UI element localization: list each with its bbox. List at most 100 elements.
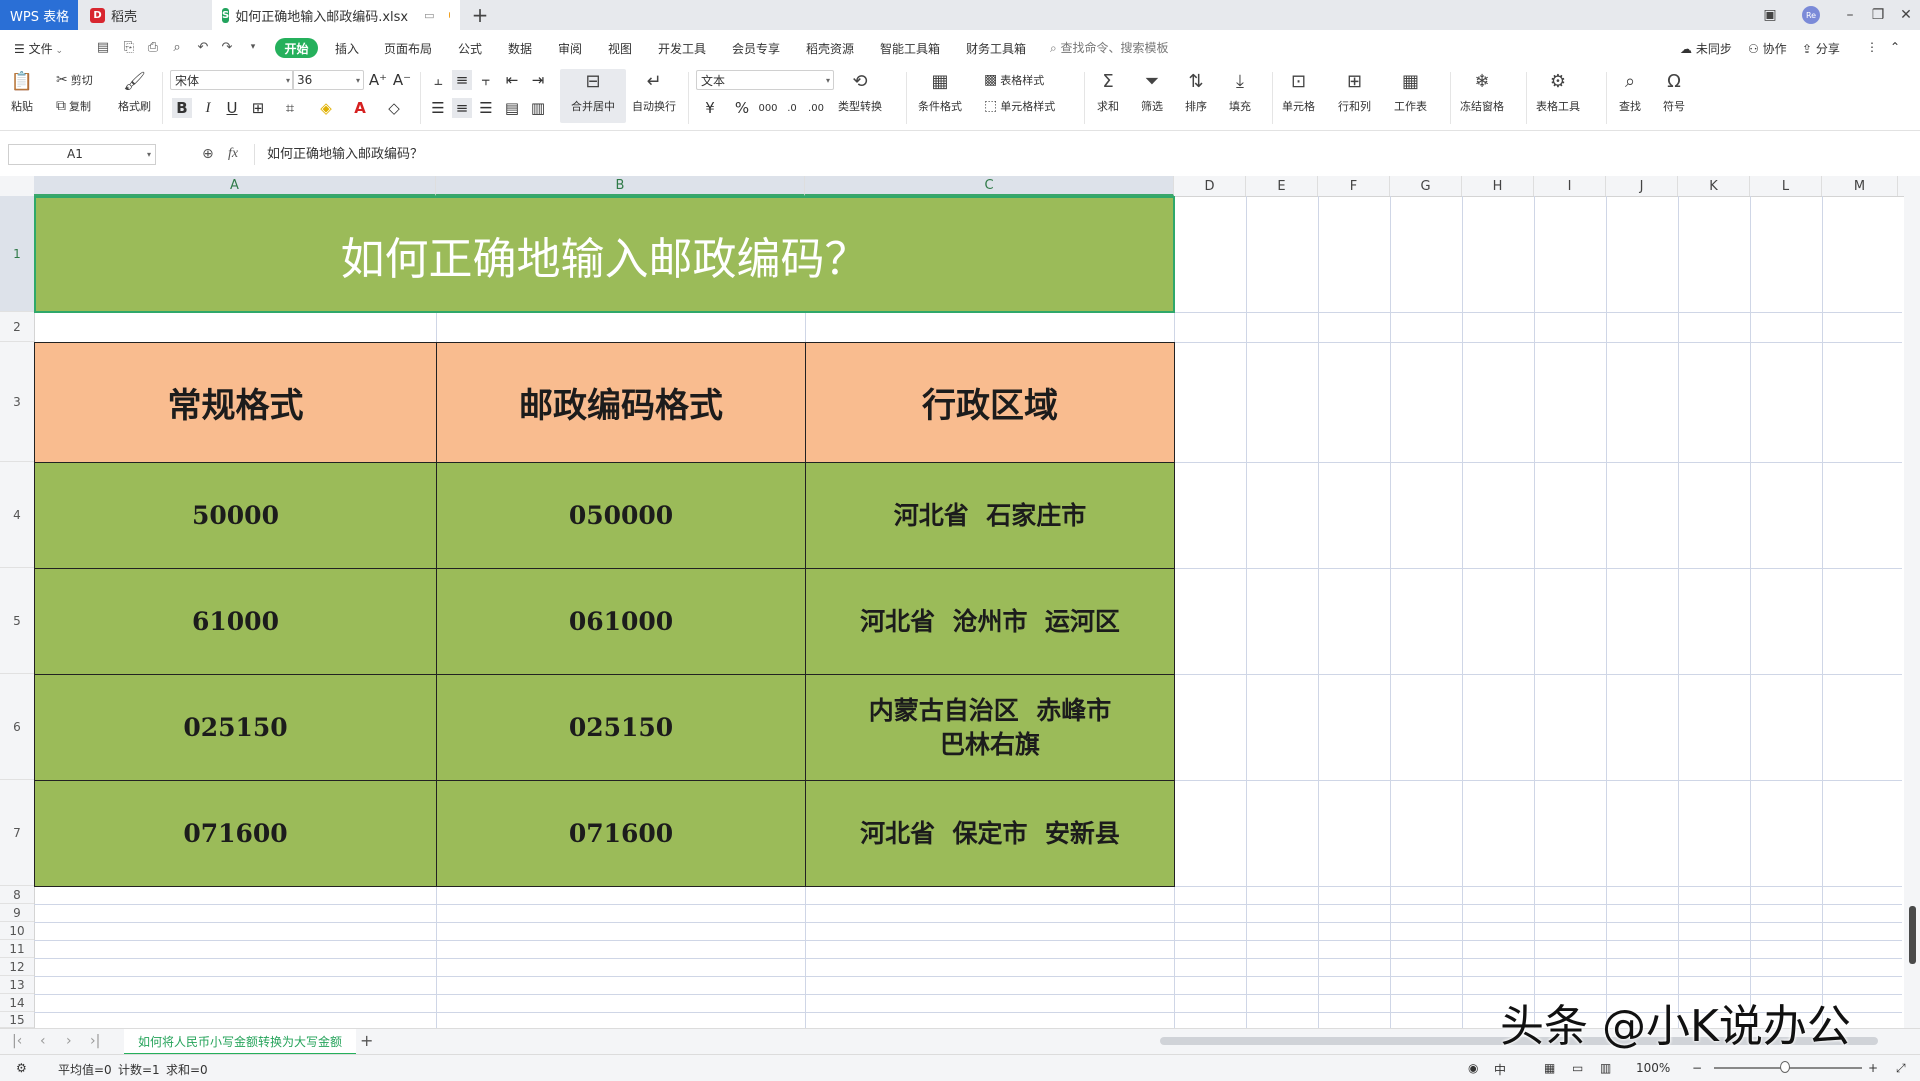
paste-button[interactable]: 📋 粘贴 bbox=[10, 70, 34, 114]
page-layout-view-icon[interactable]: ▭ bbox=[1572, 1061, 1583, 1075]
table-cell[interactable]: 河北省 石家庄市 bbox=[805, 462, 1175, 569]
fill-color-icon[interactable]: ◈ bbox=[316, 98, 336, 118]
cut-button[interactable]: ✂ 剪切 bbox=[56, 72, 93, 88]
file-menu[interactable]: ☰ 文件 ⌄ bbox=[14, 40, 63, 57]
align-top-icon[interactable]: ⫠ bbox=[428, 70, 448, 90]
header-cell-general[interactable]: 常规格式 bbox=[34, 342, 437, 463]
tab-daoke[interactable]: D 稻壳 bbox=[80, 0, 210, 30]
column-header-f[interactable]: F bbox=[1318, 176, 1390, 196]
row-header-11[interactable]: 11 bbox=[0, 940, 34, 958]
auto-wrap-button[interactable]: ↵ 自动换行 bbox=[632, 70, 676, 114]
table-cell[interactable]: 061000 bbox=[436, 568, 806, 675]
justify-icon[interactable]: ▤ bbox=[502, 98, 522, 118]
copy-button[interactable]: ⧉ 复制 bbox=[56, 98, 91, 114]
collapse-ribbon-icon[interactable]: ⌃ bbox=[1890, 40, 1900, 54]
tab-smart-toolbox[interactable]: 智能工具箱 bbox=[880, 40, 940, 57]
align-middle-icon[interactable]: ≡ bbox=[452, 70, 472, 90]
font-size-select[interactable]: 36 ▾ bbox=[292, 70, 364, 90]
column-header-c[interactable]: C bbox=[805, 176, 1174, 196]
strike-format-icon[interactable]: ⌗ bbox=[280, 98, 300, 118]
tab-data[interactable]: 数据 bbox=[508, 40, 532, 57]
row-header-3[interactable]: 3 bbox=[0, 342, 34, 462]
column-header-b[interactable]: B bbox=[436, 176, 805, 196]
sum-button[interactable]: Σ 求和 bbox=[1096, 70, 1120, 114]
increase-font-icon[interactable]: A⁺ bbox=[368, 70, 388, 90]
column-header-m[interactable]: M bbox=[1822, 176, 1898, 196]
row-header-6[interactable]: 6 bbox=[0, 674, 34, 780]
close-icon[interactable]: ✕ bbox=[1892, 0, 1920, 30]
table-tools-button[interactable]: ⚙ 表格工具 bbox=[1536, 70, 1580, 114]
column-header-a[interactable]: A bbox=[34, 176, 436, 196]
fx-icon[interactable]: fx bbox=[228, 146, 238, 162]
underline-icon[interactable]: U bbox=[222, 98, 242, 118]
zoom-formula-icon[interactable]: ⊕ bbox=[202, 146, 214, 162]
table-cell[interactable]: 河北省 沧州市 运河区 bbox=[805, 568, 1175, 675]
column-header-d[interactable]: D bbox=[1174, 176, 1246, 196]
row-header-10[interactable]: 10 bbox=[0, 922, 34, 940]
command-search[interactable]: ⌕ 查找命令、搜索模板 bbox=[1050, 39, 1169, 56]
column-header-i[interactable]: I bbox=[1534, 176, 1606, 196]
tab-home[interactable]: 开始 bbox=[275, 38, 318, 58]
thousands-icon[interactable]: 000 bbox=[758, 98, 778, 118]
tab-page-layout[interactable]: 页面布局 bbox=[384, 40, 432, 57]
freeze-panes-button[interactable]: ❄ 冻结窗格 bbox=[1460, 70, 1504, 114]
zoom-in-icon[interactable]: + bbox=[1868, 1061, 1878, 1075]
align-bottom-icon[interactable]: ⫟ bbox=[476, 70, 496, 90]
align-left-icon[interactable]: ☰ bbox=[428, 98, 448, 118]
column-header-j[interactable]: J bbox=[1606, 176, 1678, 196]
clear-format-icon[interactable]: ◇ bbox=[384, 98, 404, 118]
first-sheet-icon[interactable]: |‹ bbox=[12, 1033, 22, 1049]
scroll-thumb[interactable] bbox=[1909, 906, 1916, 964]
row-col-button[interactable]: ⊞ 行和列 bbox=[1338, 70, 1371, 114]
decrease-decimal-icon[interactable]: .00 bbox=[806, 98, 826, 118]
last-sheet-icon[interactable]: ›| bbox=[90, 1033, 100, 1049]
quick-access-dropdown-icon[interactable]: ▾ bbox=[244, 38, 262, 56]
table-cell[interactable]: 河北省 保定市 安新县 bbox=[805, 780, 1175, 887]
distribute-icon[interactable]: ▥ bbox=[528, 98, 548, 118]
prev-sheet-icon[interactable]: ‹ bbox=[40, 1033, 46, 1049]
cell-button[interactable]: ⊡ 单元格 bbox=[1282, 70, 1315, 114]
avatar[interactable]: Re bbox=[1802, 6, 1820, 24]
tab-finance-toolbox[interactable]: 财务工具箱 bbox=[966, 40, 1026, 57]
fill-button[interactable]: ⤓ 填充 bbox=[1228, 70, 1252, 114]
indent-decrease-icon[interactable]: ⇤ bbox=[502, 70, 522, 90]
zoom-slider-handle[interactable] bbox=[1780, 1061, 1790, 1073]
restore-icon[interactable]: ❐ bbox=[1864, 0, 1892, 30]
bold-icon[interactable]: B bbox=[172, 98, 192, 118]
tab-view[interactable]: 视图 bbox=[608, 40, 632, 57]
table-cell[interactable]: 61000 bbox=[34, 568, 437, 675]
align-center-icon[interactable]: ≡ bbox=[452, 98, 472, 118]
row-header-4[interactable]: 4 bbox=[0, 462, 34, 568]
row-header-13[interactable]: 13 bbox=[0, 976, 34, 994]
row-header-8[interactable]: 8 bbox=[0, 886, 34, 904]
title-cell-a1[interactable]: 如何正确地输入邮政编码？ bbox=[34, 196, 1175, 313]
row-header-7[interactable]: 7 bbox=[0, 780, 34, 886]
tab-review[interactable]: 审阅 bbox=[558, 40, 582, 57]
merge-center-button[interactable]: ⊟ 合并居中 bbox=[562, 70, 624, 114]
column-header-l[interactable]: L bbox=[1750, 176, 1822, 196]
column-header-g[interactable]: G bbox=[1390, 176, 1462, 196]
vertical-scrollbar[interactable] bbox=[1904, 176, 1920, 1028]
row-header-14[interactable]: 14 bbox=[0, 994, 34, 1012]
cell-grid[interactable]: 如何正确地输入邮政编码？ 常规格式 邮政编码格式 行政区域 50000 0500… bbox=[34, 196, 1902, 1028]
add-sheet-icon[interactable]: + bbox=[360, 1031, 373, 1050]
tab-developer[interactable]: 开发工具 bbox=[658, 40, 706, 57]
zoom-out-icon[interactable]: − bbox=[1692, 1061, 1702, 1075]
row-header-9[interactable]: 9 bbox=[0, 904, 34, 922]
normal-view-icon[interactable]: ▦ bbox=[1544, 1061, 1555, 1075]
zoom-level[interactable]: 100% bbox=[1636, 1061, 1670, 1075]
collaborate-button[interactable]: ⚇ 协作 bbox=[1748, 40, 1787, 57]
input-method-icon[interactable]: 中 bbox=[1494, 1061, 1506, 1078]
layout-icon[interactable]: ▣ bbox=[1756, 0, 1784, 30]
border-icon[interactable]: ⊞ bbox=[248, 98, 268, 118]
sheet-tab-active[interactable]: 如何将人民币小写金额转换为大写金额 bbox=[124, 1029, 356, 1055]
row-header-15[interactable]: 15 bbox=[0, 1012, 34, 1028]
increase-decimal-icon[interactable]: .0 bbox=[782, 98, 802, 118]
table-cell[interactable]: 071600 bbox=[436, 780, 806, 887]
column-header-e[interactable]: E bbox=[1246, 176, 1318, 196]
header-cell-region[interactable]: 行政区域 bbox=[805, 342, 1175, 463]
macro-icon[interactable]: ⚙ bbox=[16, 1061, 27, 1075]
fullscreen-icon[interactable]: ⤢ bbox=[1896, 1061, 1906, 1076]
decrease-font-icon[interactable]: A⁻ bbox=[392, 70, 412, 90]
table-cell[interactable]: 050000 bbox=[436, 462, 806, 569]
